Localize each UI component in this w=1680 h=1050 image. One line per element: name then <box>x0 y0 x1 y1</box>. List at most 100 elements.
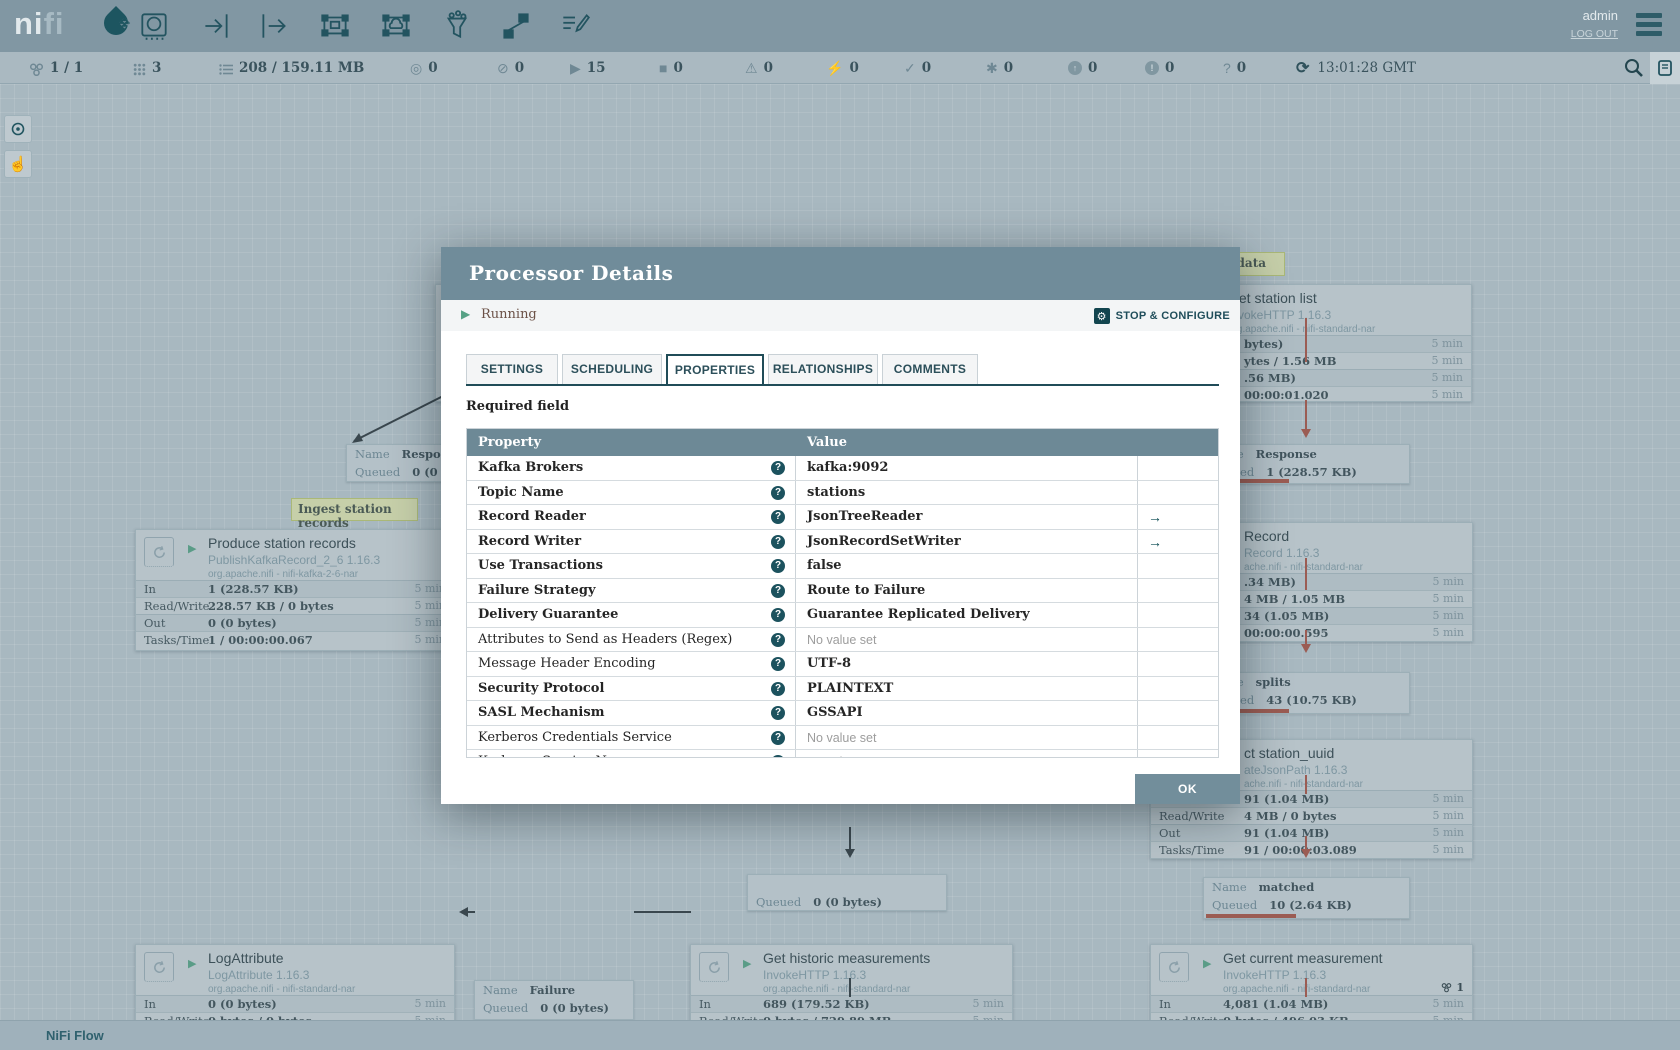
help-icon[interactable]: ? <box>771 461 785 475</box>
help-icon[interactable]: ? <box>771 681 785 696</box>
stat-row: In 1 (228.57 KB) 5 min <box>136 580 454 597</box>
help-icon[interactable]: ? <box>771 510 785 524</box>
disabled-icon: ⚡ <box>826 60 844 76</box>
connection-label-matched[interactable]: Name matched Queued 10 (2.64 KB) <box>1203 877 1410 919</box>
processor-bundle: org.apache.nifi - nifi-standard-nar <box>763 984 911 995</box>
help-icon[interactable]: ? <box>771 608 785 622</box>
status-connected-nodes: 1 / 1 <box>29 52 83 84</box>
logout-link[interactable]: LOG OUT <box>1571 28 1618 40</box>
property-row: Attributes to Send as Headers (Regex)? No… <box>467 627 1218 652</box>
processor-icon[interactable] <box>137 9 171 43</box>
connection-label-row <box>748 875 946 893</box>
property-value-cell: Route to Failure <box>796 578 1138 602</box>
refresh-icon[interactable]: ⟳ <box>1296 58 1309 78</box>
status-stale-value: 0 <box>1088 60 1098 76</box>
property-name-cell: Message Header Encoding? <box>467 652 796 676</box>
tab-settings[interactable]: SETTINGS <box>466 354 558 384</box>
label-icon[interactable] <box>558 9 592 43</box>
help-icon[interactable]: ? <box>771 559 785 573</box>
stat-value: 0 (0 bytes) <box>208 616 277 630</box>
stat-window: 5 min <box>1432 575 1464 588</box>
settings-panel-button[interactable] <box>1650 52 1680 84</box>
stat-window: 5 min <box>1431 371 1463 384</box>
stat-window: 5 min <box>1432 997 1464 1010</box>
run-status-icon: ▶ <box>1203 958 1212 970</box>
tab-comments[interactable]: COMMENTS <box>882 354 978 384</box>
hand-pan-button[interactable]: ☝ <box>4 150 32 178</box>
property-name-cell: Delivery Guarantee? <box>467 603 796 627</box>
current-user: admin <box>1582 8 1618 23</box>
tab-relationships[interactable]: RELATIONSHIPS <box>768 354 878 384</box>
processor-name: LogAttribute <box>208 950 284 966</box>
output-port-icon[interactable] <box>257 9 291 43</box>
stat-window: 5 min <box>1431 388 1463 401</box>
help-icon[interactable]: ? <box>771 730 785 745</box>
stat-label: In <box>699 997 711 1011</box>
global-menu-icon[interactable] <box>1636 13 1662 37</box>
process-group-icon[interactable] <box>318 9 352 43</box>
status-up-to-date: ✓ 0 <box>904 52 931 84</box>
connection-label-failure[interactable]: Name Failure Queued 0 (0 bytes) <box>474 980 634 1020</box>
status-transmitting-value: 0 <box>428 60 438 76</box>
funnel-icon[interactable] <box>440 9 474 43</box>
property-extra-cell <box>1138 456 1218 480</box>
help-icon[interactable]: ? <box>771 632 785 647</box>
connection-label-row: Name Failure <box>483 983 576 997</box>
tab-properties[interactable]: PROPERTIES <box>666 354 764 386</box>
transmitting-icon: ◎ <box>410 60 423 76</box>
property-value-cell: kafka:9092 <box>796 456 1138 480</box>
column-property: Property <box>478 435 542 450</box>
property-extra-cell <box>1138 628 1218 652</box>
property-value-cell: Guarantee Replicated Delivery <box>796 603 1138 627</box>
label-sticky[interactable]: Ingest station records <box>291 498 418 530</box>
help-icon[interactable]: ? <box>771 583 785 598</box>
running-status-label: Running <box>481 307 537 322</box>
search-icon[interactable] <box>1618 52 1650 84</box>
stat-window: 5 min <box>1432 826 1464 839</box>
property-value-cell: GSSAPI <box>796 701 1138 725</box>
processor-produce-station-records[interactable]: ▶ Produce station records PublishKafkaReco… <box>135 529 455 651</box>
property-extra-cell: → <box>1138 505 1218 529</box>
input-port-icon[interactable] <box>199 9 233 43</box>
template-icon[interactable] <box>499 9 533 43</box>
connection-label-queued-historic[interactable]: Queued 0 (0 bytes) <box>747 874 947 911</box>
breadcrumb[interactable]: NiFi Flow <box>46 1028 104 1043</box>
required-field-note: Required field <box>466 399 570 414</box>
property-value-cell: stations <box>796 480 1138 504</box>
status-not-transmitting: ⊘ 0 <box>497 52 524 84</box>
processor-name: Get historic measurements <box>763 950 931 966</box>
property-extra-cell <box>1138 726 1218 750</box>
goto-service-icon[interactable]: → <box>1138 509 1162 525</box>
dialog-header: Processor Details <box>441 247 1240 300</box>
help-icon[interactable]: ? <box>771 485 785 500</box>
stat-label: In <box>144 997 156 1011</box>
stat-label: In <box>1159 997 1171 1011</box>
stop-and-configure-button[interactable]: ⚙ STOP & CONFIGURE <box>1093 305 1230 327</box>
cluster-badge: 1 <box>1441 981 1464 994</box>
stat-window: 5 min <box>1432 809 1464 822</box>
tab-scheduling[interactable]: SCHEDULING <box>562 354 662 384</box>
active-threads-icon <box>133 52 146 84</box>
help-icon[interactable]: ? <box>771 534 785 549</box>
remote-process-group-icon[interactable] <box>379 9 413 43</box>
stat-window: 5 min <box>1432 626 1464 639</box>
birdseye-button[interactable] <box>4 115 32 143</box>
processor-name: Record <box>1244 528 1290 544</box>
property-value-cell: PLAINTEXT <box>796 676 1138 700</box>
stat-label: Tasks/Time <box>1159 843 1225 857</box>
goto-service-icon[interactable]: → <box>1138 534 1162 550</box>
help-icon[interactable]: ? <box>771 657 785 671</box>
stat-row: In 4,081 (1.04 MB) 5 min <box>1151 995 1472 1012</box>
stat-row: In 0 (0 bytes) 5 min <box>136 995 454 1012</box>
stat-value: .56 MB) <box>1244 371 1296 385</box>
processor-type: PublishKafkaRecord_2_6 1.16.3 <box>208 553 381 567</box>
property-value-cell: No value set <box>796 627 1138 651</box>
stat-row: In 689 (179.52 KB) 5 min <box>691 995 1012 1012</box>
flow-status-bar: 1 / 1 3 208 / 159.11 MB ◎ 0 ⊘ 0 ▶ 15 ■ 0 ⚠ 0 ⚡ 0 ✓ 0 ✱ 0 ↑ 0… <box>0 52 1680 84</box>
property-name-cell: Record Writer? <box>467 529 796 553</box>
status-stopped-value: 0 <box>673 60 683 76</box>
stat-label: Read/Write <box>1159 809 1225 823</box>
help-icon[interactable]: ? <box>771 706 785 720</box>
ok-button[interactable]: OK <box>1135 774 1240 804</box>
help-icon[interactable]: ? <box>771 755 785 757</box>
